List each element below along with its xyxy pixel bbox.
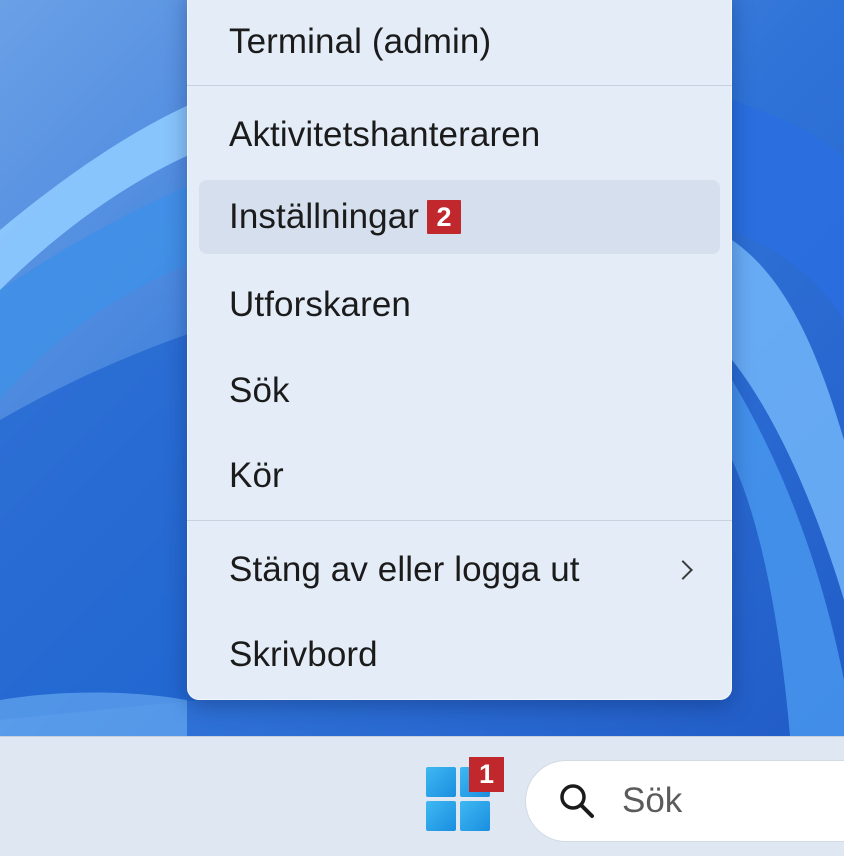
menu-separator [187,520,732,521]
menu-item-run[interactable]: Kör [199,439,720,513]
menu-item-label: Aktivitetshanteraren [229,115,541,154]
desktop: Terminal (admin) Aktivitetshanteraren In… [0,0,844,856]
menu-item-label: Sök [229,371,290,410]
search-placeholder: Sök [622,781,683,820]
menu-item-label: Stäng av eller logga ut [229,550,580,589]
context-menu: Terminal (admin) Aktivitetshanteraren In… [187,0,732,700]
menu-item-task-manager[interactable]: Aktivitetshanteraren [199,98,720,172]
menu-item-terminal-admin[interactable]: Terminal (admin) [199,5,720,79]
menu-item-label: Utforskaren [229,285,411,324]
taskbar: Sök [0,736,844,856]
menu-item-label: Inställningar [229,197,420,236]
search-icon [560,784,594,818]
step-badge-2: 2 [427,200,462,234]
menu-item-settings[interactable]: Inställningar 2 [199,180,720,254]
menu-separator [187,85,732,86]
step-badge-1: 1 [469,757,504,792]
taskbar-search-box[interactable]: Sök [526,761,844,841]
chevron-right-icon [673,560,693,580]
menu-item-desktop[interactable]: Skrivbord [199,618,720,692]
menu-item-label: Skrivbord [229,635,378,674]
menu-item-search[interactable]: Sök [199,354,720,428]
menu-item-label: Kör [229,456,284,495]
menu-item-label: Terminal (admin) [229,22,492,61]
menu-item-shut-down-or-sign-out[interactable]: Stäng av eller logga ut [199,533,720,607]
menu-item-file-explorer[interactable]: Utforskaren [199,268,720,342]
